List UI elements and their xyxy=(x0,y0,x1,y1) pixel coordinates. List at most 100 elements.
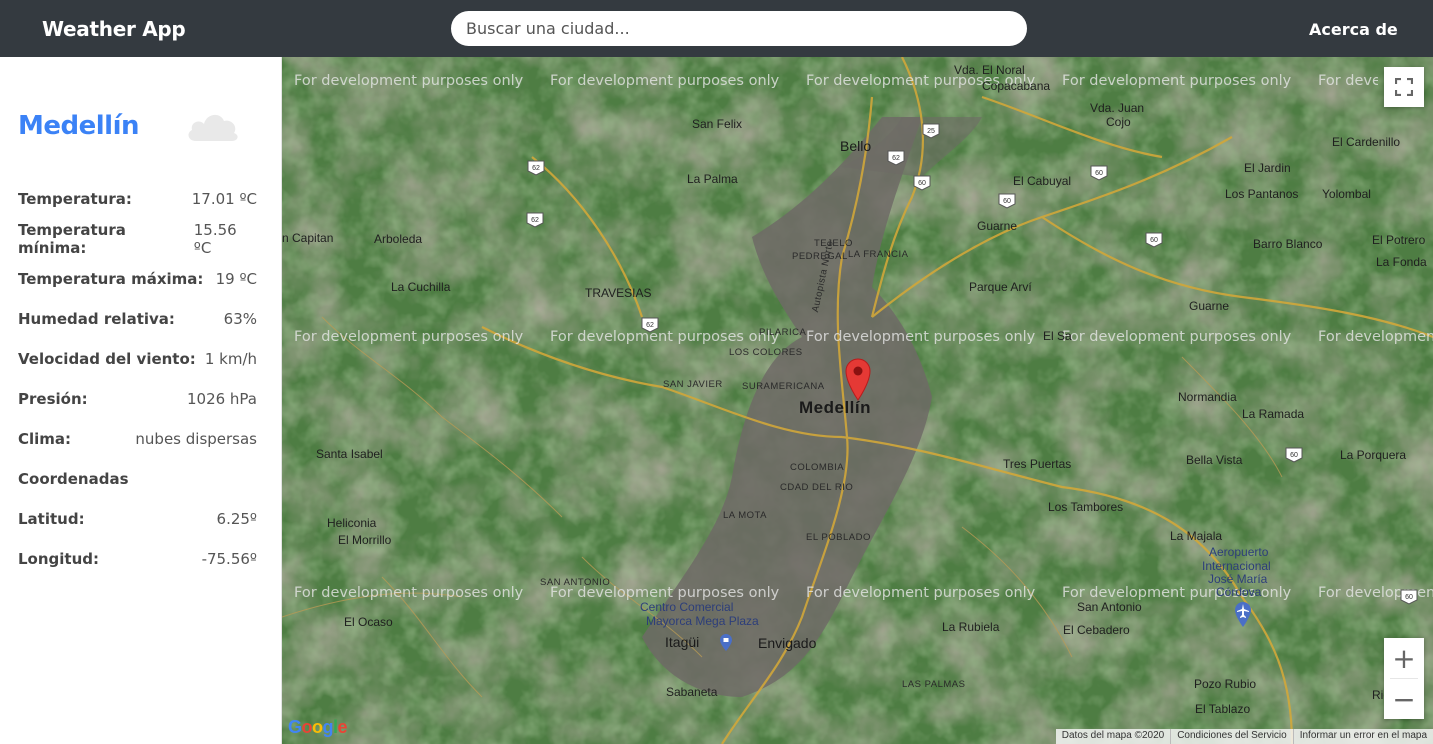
zoom-in-button[interactable]: + xyxy=(1384,638,1424,678)
road-shield: 60 xyxy=(1400,589,1418,605)
weather-row: Temperatura mínima: 15.56 ºC xyxy=(18,219,257,259)
place-label: Vda. El Noral xyxy=(954,63,1025,77)
weather-row: Latitud: 6.25º xyxy=(18,499,257,539)
city-name: Medellín xyxy=(18,111,140,141)
weather-row-label: Latitud: xyxy=(18,510,85,528)
road-shield-number: 25 xyxy=(927,128,935,135)
weather-row-value: nubes dispersas xyxy=(135,430,257,448)
watermark-text: For development purposes only xyxy=(294,585,524,601)
watermark-text: For development purposes only xyxy=(1062,73,1292,89)
weather-row-value: 1 km/h xyxy=(204,350,257,368)
road-shield-number: 62 xyxy=(532,165,540,172)
fullscreen-button[interactable] xyxy=(1384,67,1424,107)
weather-row-label: Longitud: xyxy=(18,550,100,568)
watermark-text: For development purposes only xyxy=(1318,329,1433,345)
road-shield: 60 xyxy=(998,193,1016,209)
place-label: n Capitan xyxy=(282,231,334,245)
place-label: La Porquera xyxy=(1340,448,1407,462)
place-label: La Ramada xyxy=(1242,407,1305,421)
place-label: LA FRANCIA xyxy=(848,249,909,260)
place-label: La Palma xyxy=(687,172,738,186)
watermark-text: For development purposes only xyxy=(550,329,780,345)
place-label: CDAD DEL RIO xyxy=(780,482,854,493)
place-label: COLOMBIA xyxy=(790,462,845,473)
weather-sidebar: Medellín Temperatura: 17.01 ºC Temperatura… xyxy=(0,57,282,744)
zoom-out-button[interactable]: − xyxy=(1384,679,1424,719)
place-label: LA MOTA xyxy=(723,510,767,521)
place-label: La Cuchilla xyxy=(391,280,451,294)
weather-row-label: Clima: xyxy=(18,430,72,448)
place-label: PILARICA xyxy=(759,327,807,338)
search-input[interactable] xyxy=(451,11,1027,46)
terms-link[interactable]: Condiciones del Servicio xyxy=(1170,729,1293,744)
weather-row: Temperatura máxima: 19 ºC xyxy=(18,259,257,299)
shopping-pin-icon[interactable] xyxy=(719,634,733,652)
place-label: José María xyxy=(1208,572,1268,586)
weather-row-label: Temperatura máxima: xyxy=(18,270,204,288)
place-label: Los Tambores xyxy=(1048,500,1124,514)
road-shield: 60 xyxy=(1145,232,1163,248)
place-label: LOS COLORES xyxy=(729,347,803,358)
about-link[interactable]: Acerca de xyxy=(1309,20,1398,39)
road-shield: 62 xyxy=(887,150,905,166)
weather-row-label: Coordenadas xyxy=(18,470,129,488)
watermark-text: For development purposes only xyxy=(294,73,524,89)
place-label: Barro Blanco xyxy=(1253,237,1323,251)
road-shield-number: 60 xyxy=(1405,594,1413,601)
place-label-medellin: Medellín xyxy=(799,398,872,417)
place-label: San Felix xyxy=(692,117,743,131)
google-logo[interactable]: Google xyxy=(288,717,348,738)
watermark-text: For development purposes only xyxy=(806,585,1036,601)
weather-details: Temperatura: 17.01 ºC Temperatura mínima: 1… xyxy=(18,179,257,579)
place-label: Aeropuerto xyxy=(1209,545,1269,559)
road-shield-number: 60 xyxy=(918,180,926,187)
place-label: Vda. Juan xyxy=(1090,101,1145,115)
weather-row: Velocidad del viento: 1 km/h xyxy=(18,339,257,379)
road-shield: 62 xyxy=(641,317,659,333)
place-label: Córdova xyxy=(1216,585,1262,599)
road-shield-number: 62 xyxy=(892,155,900,162)
weather-row-value: 63% xyxy=(223,310,257,328)
place-label: El Tablazo xyxy=(1195,702,1251,716)
weather-row-label: Humedad relativa: xyxy=(18,310,175,328)
watermark-text: For development purposes only xyxy=(294,329,524,345)
brand-title[interactable]: Weather App xyxy=(42,17,186,41)
weather-row: Clima: nubes dispersas xyxy=(18,419,257,459)
airport-pin-icon[interactable] xyxy=(1234,600,1252,628)
place-label: El Potrero xyxy=(1372,233,1426,247)
weather-row-label: Temperatura: xyxy=(18,190,132,208)
watermark-text: For development purposes only xyxy=(1318,73,1378,89)
place-label: Pozo Rubio xyxy=(1194,677,1257,691)
place-label: El Cabuyal xyxy=(1013,174,1072,188)
weather-row-value: 17.01 ºC xyxy=(191,190,257,208)
road-shield-number: 62 xyxy=(646,322,654,329)
place-label: SAN ANTONIO xyxy=(540,577,611,588)
place-label: El Morrillo xyxy=(338,533,392,547)
road-shield: 62 xyxy=(526,212,544,228)
road-shield-number: 60 xyxy=(1150,237,1158,244)
road-shield: 25 xyxy=(922,123,940,139)
road-shield-number: 60 xyxy=(1003,198,1011,205)
map[interactable]: For development purposes only For develo… xyxy=(282,57,1433,744)
weather-row-value: 6.25º xyxy=(216,510,257,528)
navbar: Weather App Acerca de xyxy=(0,0,1433,57)
map-data-attribution[interactable]: Datos del mapa ©2020 xyxy=(1056,729,1170,744)
weather-row-value: 15.56 ºC xyxy=(193,221,237,257)
map-footer: Datos del mapa ©2020 Condiciones del Ser… xyxy=(1055,729,1433,744)
place-label: Internacional xyxy=(1202,559,1271,573)
place-label: Mayorca Mega Plaza xyxy=(646,614,759,628)
place-label: San Antonio xyxy=(1077,600,1142,614)
weather-row: Coordenadas xyxy=(18,459,257,499)
road-shield-number: 60 xyxy=(1095,170,1103,177)
place-label: Envigado xyxy=(758,635,817,651)
place-label: La Majala xyxy=(1170,529,1223,543)
place-label: La Rubiela xyxy=(942,620,1000,634)
location-marker-icon[interactable] xyxy=(844,357,872,401)
report-error-link[interactable]: Informar un error en el mapa xyxy=(1292,729,1433,744)
place-label: Cojo xyxy=(1106,115,1131,129)
place-label: EL POBLADO xyxy=(806,532,871,543)
place-label: SURAMERICANA xyxy=(742,381,825,392)
place-label: El Sa xyxy=(1043,329,1072,343)
place-label: Heliconia xyxy=(327,516,377,530)
place-label: Copacabana xyxy=(982,79,1051,93)
